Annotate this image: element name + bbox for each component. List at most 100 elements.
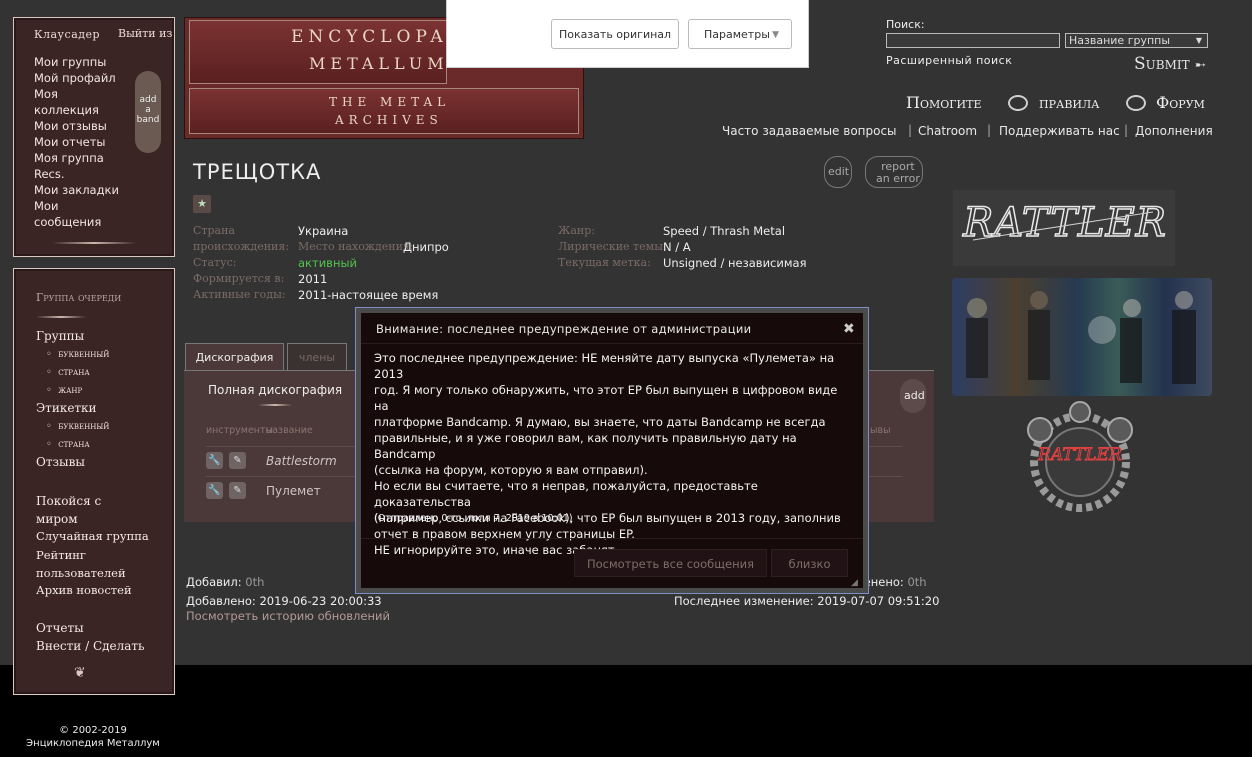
band-photo-image: [966, 291, 1196, 384]
close-icon[interactable]: ✖: [843, 321, 855, 337]
divider-ornament: [36, 316, 86, 318]
queue-link[interactable]: Группа очереди: [36, 291, 121, 304]
dialog-close-button[interactable]: близко: [771, 549, 848, 577]
divider-ornament: [52, 242, 136, 244]
add-band-button[interactable]: add a band: [135, 71, 161, 153]
nav-bands[interactable]: Группы: [36, 329, 84, 343]
nav-reviews[interactable]: Отзывы: [36, 455, 85, 469]
nav-random-band[interactable]: Случайная группа: [36, 529, 149, 543]
genre-value: Speed / Thrash Metal: [663, 224, 786, 238]
band-logo-image: RATTLER: [961, 199, 1167, 247]
footer-band: [0, 665, 1252, 757]
add-label: add: [904, 389, 925, 402]
dialog-message: Это последнее предупреждение: НЕ меняйте…: [374, 351, 841, 557]
themes-value: N / A: [663, 240, 691, 254]
band-logo[interactable]: RATTLER: [953, 190, 1175, 266]
divider-ornament: [258, 404, 292, 406]
location-value: Днипро: [403, 240, 449, 254]
banner-line3: THE METAL: [329, 95, 451, 109]
nav-labels-country[interactable]: ◦ страна: [46, 439, 90, 450]
wrench-icon[interactable]: 🔧: [206, 452, 223, 469]
emblem-image: RATTLER: [1027, 401, 1133, 512]
dialog-title: Внимание: последнее предупреждение от ад…: [376, 322, 752, 336]
logout-link[interactable]: Выйти из: [118, 27, 172, 40]
nav-labels-alpha[interactable]: ◦ буквенный: [46, 421, 109, 432]
nav-rip[interactable]: Покойся с миром: [36, 492, 146, 528]
nav-user-rating[interactable]: Рейтинг пользователей: [36, 546, 146, 582]
chevron-down-icon: ▼: [772, 30, 779, 40]
nav-bands-country[interactable]: ◦ страна: [46, 367, 90, 378]
location-label: Место нахождения:: [298, 240, 414, 253]
genre-label: Жанр:: [558, 224, 595, 237]
search-label: Поиск:: [886, 18, 925, 31]
dialog-signature: (Отправлено 0-го июля 7, 2019 в 10:01): [374, 513, 573, 524]
nav-labels[interactable]: Этикетки: [36, 401, 97, 415]
nav-news-archive[interactable]: Архив новостей: [36, 583, 132, 597]
release-title[interactable]: Пулемет: [266, 484, 321, 498]
menu-bookmarks[interactable]: Мои закладки: [34, 182, 120, 198]
history-link[interactable]: Посмотреть историю обновлений: [186, 609, 390, 623]
user-panel: Клаусадер Выйти из Мои группы Мой профай…: [13, 17, 175, 257]
view-all-messages-button[interactable]: Посмотреть все сообщения: [574, 549, 767, 577]
release-title[interactable]: Battlestorm: [266, 454, 337, 468]
resize-handle-icon[interactable]: ◢: [851, 578, 858, 588]
copyright: © 2002-2019: [59, 725, 127, 736]
translate-params-button[interactable]: Параметры ▼: [688, 19, 792, 49]
nav-rules[interactable]: правила: [1039, 93, 1100, 112]
full-discography-tab[interactable]: Полная дискография: [208, 383, 342, 397]
subnav-support[interactable]: Поддерживать нас: [999, 124, 1120, 138]
col-reviews: ывы: [870, 425, 891, 436]
ornament-icon: [1008, 95, 1028, 111]
pencil-icon[interactable]: ✎: [229, 452, 246, 469]
logo-text: RATTLER: [962, 200, 1167, 246]
search-input[interactable]: [886, 33, 1060, 48]
subnav-faq[interactable]: Часто задаваемые вопросы: [722, 124, 897, 138]
menu-messages[interactable]: Мои сообщения: [34, 198, 104, 230]
show-original-button[interactable]: Показать оригинал: [551, 19, 679, 49]
chevron-down-icon: ▼: [1195, 36, 1202, 45]
nav-bands-genre[interactable]: ◦ жанр: [46, 385, 82, 396]
menu-my-reviews[interactable]: Мои отзывы: [34, 118, 120, 134]
user-menu: Мои группы Мой профайл Моя коллекция Мои…: [34, 54, 120, 230]
banner-line4: ARCHIVES: [335, 113, 443, 127]
wrench-icon[interactable]: 🔧: [206, 482, 223, 499]
tab-discography[interactable]: Дискография: [185, 343, 284, 371]
pencil-icon[interactable]: ✎: [229, 482, 246, 499]
ornament-icon: ❦: [74, 665, 86, 681]
footer: © 2002-2019 Энциклопедия Металлум: [0, 724, 186, 750]
themes-label: Лирические темы:: [558, 240, 667, 253]
subnav-addons[interactable]: Дополнения: [1135, 124, 1213, 138]
nav-reports[interactable]: Отчеты: [36, 621, 84, 635]
subnav-chatroom[interactable]: Chatroom: [918, 124, 977, 138]
country-value[interactable]: Украина: [298, 224, 348, 238]
nav-bands-alpha[interactable]: ◦ буквенный: [46, 349, 109, 360]
tab-members[interactable]: члены: [287, 343, 347, 371]
formed-value: 2011: [298, 272, 328, 286]
col-tools: инструменты: [206, 425, 274, 436]
nav-submit[interactable]: Внести / Сделать: [36, 639, 145, 653]
band-photo[interactable]: [952, 278, 1212, 396]
menu-my-profile[interactable]: Мой профайл: [34, 70, 120, 86]
menu-my-collection[interactable]: Моя коллекция: [34, 86, 99, 118]
nav-forum[interactable]: Форум: [1156, 93, 1205, 112]
years-value: 2011-настоящее время: [298, 288, 439, 302]
status-label: Статус:: [193, 256, 237, 269]
advanced-search-link[interactable]: Расширенный поиск: [886, 54, 1012, 67]
nav-help[interactable]: Помогите: [906, 93, 982, 112]
menu-my-reports[interactable]: Мои отчеты: [34, 134, 120, 150]
username: Клаусадер: [34, 28, 101, 41]
nav-panel: Группа очереди Группы ◦ буквенный ◦ стра…: [13, 268, 175, 695]
menu-my-bands[interactable]: Мои группы: [34, 54, 120, 70]
star-icon[interactable]: ★: [193, 195, 211, 213]
menu-recs[interactable]: Recs.: [34, 166, 120, 182]
years-label: Активные годы:: [193, 288, 286, 301]
band-name: ТРЕЩОТКА: [193, 160, 322, 184]
label-value[interactable]: Unsigned / независимая: [663, 256, 807, 270]
submit-button[interactable]: Submit ➸: [1134, 54, 1206, 74]
search-type-select[interactable]: Название группы ▼: [1065, 33, 1208, 48]
formed-label: Формируется в:: [193, 272, 285, 285]
label-label: Текущая метка:: [558, 256, 651, 269]
col-name: название: [266, 425, 313, 436]
menu-my-band[interactable]: Моя группа: [34, 150, 120, 166]
added-by: Добавил: 0th: [186, 575, 265, 589]
